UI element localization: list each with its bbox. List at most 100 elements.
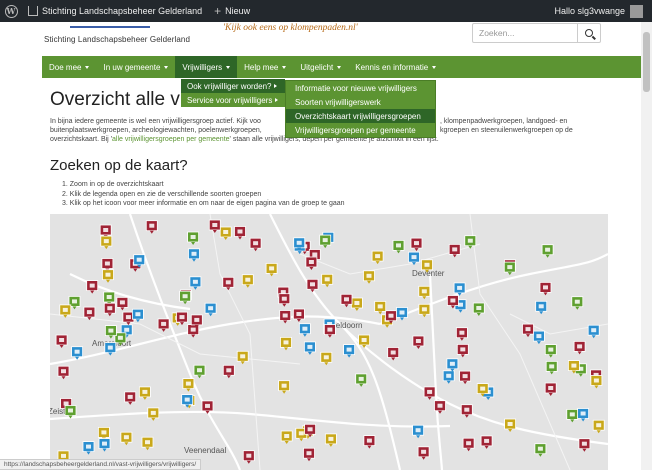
map-marker[interactable] [577, 408, 589, 422]
map-marker[interactable] [456, 343, 469, 358]
map-marker[interactable] [278, 293, 291, 307]
search-input[interactable]: Zoeken... [472, 23, 578, 43]
map-marker[interactable] [410, 237, 423, 252]
map-marker[interactable] [448, 243, 461, 258]
menu-item-vrijwilligersgroepen-per-gemeente[interactable]: Vrijwilligersgroepen per gemeente [286, 123, 435, 137]
map-marker[interactable] [187, 231, 200, 245]
site-name-link[interactable]: Stichting Landschapsbeheer Gelderland [22, 0, 208, 22]
map-marker[interactable] [188, 248, 200, 262]
map-canvas[interactable]: Amersfoort Apeldoorn Deventer Zeist Veen… [50, 214, 608, 470]
map-marker[interactable] [412, 424, 425, 439]
map-marker[interactable] [303, 341, 316, 355]
map-marker[interactable] [544, 344, 557, 358]
map-marker[interactable] [208, 219, 221, 233]
map-marker[interactable] [124, 391, 137, 405]
map-marker[interactable] [292, 308, 305, 322]
new-content-link[interactable]: + Nieuw [208, 0, 256, 22]
map-marker[interactable] [280, 430, 293, 444]
map-marker[interactable] [141, 436, 154, 451]
map-marker[interactable] [279, 310, 292, 324]
map-marker[interactable] [459, 370, 472, 385]
search-button[interactable] [577, 23, 601, 43]
map-marker[interactable] [323, 324, 336, 338]
map-marker[interactable] [249, 237, 262, 252]
map-marker[interactable] [539, 282, 552, 296]
nav-item-vrijwilligers[interactable]: Vrijwilligers [175, 56, 238, 78]
logo-text[interactable]: Stichting Landschapsbeheer Gelderland [44, 35, 190, 44]
map-marker[interactable] [573, 341, 586, 355]
map-marker[interactable] [590, 375, 603, 389]
map-marker[interactable] [303, 447, 315, 462]
map-marker[interactable] [298, 323, 311, 337]
map-marker[interactable] [157, 318, 170, 332]
map-marker[interactable] [522, 323, 534, 338]
map-marker[interactable] [455, 327, 468, 341]
map-marker[interactable] [189, 276, 202, 290]
map-marker[interactable] [82, 441, 95, 455]
map-marker[interactable] [204, 302, 217, 317]
menu-item-informatie-nieuwe-vrijwilligers[interactable]: Informatie voor nieuwe vrijwilligers [286, 81, 435, 95]
map-marker[interactable] [236, 350, 249, 365]
map-marker[interactable] [534, 443, 547, 457]
map-marker[interactable] [446, 358, 459, 372]
map-marker[interactable] [116, 297, 129, 311]
map-marker[interactable] [55, 334, 68, 348]
map-marker[interactable] [418, 303, 431, 318]
map-marker[interactable] [241, 274, 254, 288]
menu-item-service-voor-vrijwilligers[interactable]: Service voor vrijwilligers [181, 93, 285, 107]
map-marker[interactable] [592, 419, 605, 434]
map-marker[interactable] [57, 365, 70, 380]
nav-item-uitgelicht[interactable]: Uitgelicht [293, 56, 348, 78]
map-marker[interactable] [392, 239, 405, 254]
page-scrollbar[interactable] [641, 22, 652, 470]
map-marker[interactable] [587, 324, 600, 339]
map-marker[interactable] [418, 285, 431, 300]
map-marker[interactable] [541, 244, 554, 258]
nav-item-doe-mee[interactable]: Doe mee [42, 56, 96, 78]
map-marker[interactable] [98, 438, 111, 452]
map-marker[interactable] [578, 438, 591, 452]
menu-item-ook-vrijwilliger-worden[interactable]: Ook vrijwilliger worden? [181, 79, 285, 93]
menu-item-overzichtskaart-vrijwilligersgroepen[interactable]: Overzichtskaart vrijwilligersgroepen [286, 109, 435, 123]
map-marker[interactable] [265, 263, 278, 277]
groups-per-municipality-link[interactable]: alle vrijwilligersgroepen per gemeente [112, 136, 230, 143]
nav-item-kennis-en-informatie[interactable]: Kennis en informatie [348, 56, 443, 78]
map-marker[interactable] [535, 300, 548, 315]
map-marker[interactable] [472, 302, 485, 316]
map-marker[interactable] [242, 450, 255, 464]
map-marker[interactable] [442, 370, 455, 384]
map-marker[interactable] [343, 344, 356, 358]
map-marker[interactable] [340, 293, 353, 308]
map-marker[interactable] [387, 347, 400, 361]
map-marker[interactable] [423, 386, 436, 400]
map-marker[interactable] [503, 261, 516, 276]
map-marker[interactable] [363, 435, 376, 449]
map-marker[interactable] [355, 373, 368, 387]
map-marker[interactable] [182, 378, 195, 392]
map-marker[interactable] [234, 226, 246, 240]
menu-item-soorten-vrijwilligerswerk[interactable]: Soorten vrijwilligerswerk [286, 95, 435, 109]
map-marker[interactable] [544, 382, 557, 396]
nav-item-in-uw-gemeente[interactable]: In uw gemeente [96, 56, 175, 78]
map-marker[interactable] [324, 433, 337, 447]
map-marker[interactable] [545, 360, 558, 375]
map-marker[interactable] [374, 301, 387, 315]
map-marker[interactable] [571, 296, 584, 310]
map-marker[interactable] [320, 351, 333, 366]
logo-graphic[interactable] [70, 22, 150, 28]
map-marker[interactable] [179, 290, 192, 305]
map-marker[interactable] [222, 364, 235, 379]
map-marker[interactable] [412, 335, 425, 349]
map-marker[interactable] [396, 307, 408, 321]
map-markers[interactable] [55, 219, 605, 464]
map-marker[interactable] [86, 280, 99, 294]
scrollbar-thumb[interactable] [643, 32, 650, 92]
map-marker[interactable] [460, 404, 473, 418]
map-marker[interactable] [222, 276, 235, 291]
user-account-link[interactable]: Hallo slg3vwange [548, 0, 652, 22]
wordpress-logo-icon[interactable]: W [0, 0, 22, 22]
map-marker[interactable] [280, 337, 292, 351]
map-marker[interactable] [102, 269, 114, 283]
map-marker[interactable] [480, 435, 493, 449]
map-marker[interactable] [504, 418, 517, 432]
